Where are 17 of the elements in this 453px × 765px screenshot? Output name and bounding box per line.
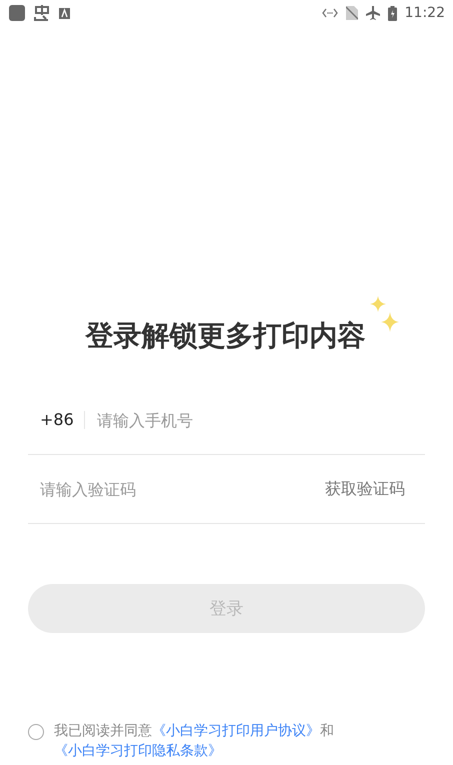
- data-saver-icon: [322, 8, 338, 18]
- verification-code-field[interactable]: 请输入验证码: [40, 480, 325, 498]
- get-code-button[interactable]: 获取验证码: [325, 478, 413, 500]
- agreement-checkbox[interactable]: [28, 724, 44, 740]
- app-icon: [9, 5, 25, 21]
- notification-icon: [33, 4, 51, 22]
- no-sim-icon: [346, 6, 358, 20]
- phone-field[interactable]: +86 请输入手机号: [28, 386, 425, 455]
- user-agreement-link[interactable]: 《小白学习打印用户协议》: [152, 723, 320, 739]
- agreement-text: 我已阅读并同意《小白学习打印用户协议》和 《小白学习打印隐私条款》: [54, 722, 335, 761]
- country-code[interactable]: +86: [40, 411, 85, 429]
- airplane-icon: [366, 6, 380, 20]
- keyboard-icon: [59, 8, 70, 18]
- clock-time: 11:22: [404, 5, 445, 21]
- page-title: 登录解锁更多打印内容: [86, 318, 366, 354]
- battery-icon: [388, 6, 397, 20]
- privacy-policy-link[interactable]: 《小白学习打印隐私条款》: [54, 743, 222, 759]
